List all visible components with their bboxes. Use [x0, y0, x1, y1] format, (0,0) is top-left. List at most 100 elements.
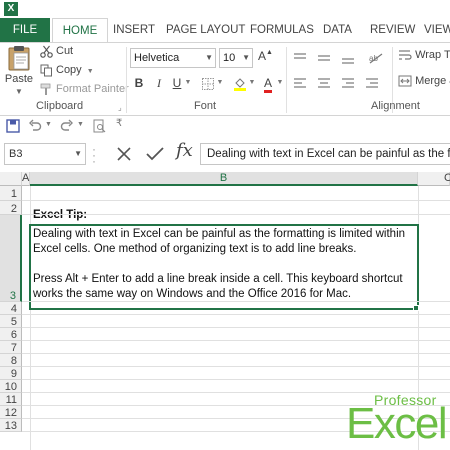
borders-icon	[202, 77, 214, 90]
column-header-c[interactable]: C	[418, 172, 450, 186]
row-gridline	[22, 214, 450, 215]
row-header[interactable]: 2	[0, 201, 22, 215]
row-header[interactable]: 12	[0, 406, 22, 419]
title-bar: X	[0, 0, 450, 18]
customize-toolbar-icon[interactable]: ₹	[116, 118, 122, 129]
copy-button[interactable]: Copy ▼	[40, 62, 94, 78]
alignment-bottom-buttons[interactable]	[290, 76, 390, 95]
dialog-launcher-icon[interactable]: ⌟	[118, 103, 122, 112]
selected-cell-b3[interactable]: Dealing with text in Excel can be painfu…	[29, 224, 419, 310]
insert-function-icon[interactable]: fx	[176, 140, 193, 161]
italic-button[interactable]: I	[152, 73, 166, 93]
checkmark-icon[interactable]	[145, 145, 165, 163]
row-gridline	[22, 314, 450, 315]
merge-center-button[interactable]: Merge &	[398, 75, 450, 87]
row-header[interactable]: 5	[0, 315, 22, 328]
chevron-down-icon[interactable]: ▼	[74, 144, 82, 164]
row-header[interactable]: 4	[0, 302, 22, 315]
borders-dropdown-icon[interactable]: ▼	[216, 73, 224, 93]
font-color-icon: A	[263, 76, 272, 93]
row-header[interactable]: 10	[0, 380, 22, 393]
row-header[interactable]: 6	[0, 328, 22, 341]
select-all-corner[interactable]	[0, 172, 22, 186]
paste-dropdown-icon[interactable]: ▼	[4, 87, 34, 96]
format-painter-button[interactable]: Format Painter	[40, 81, 129, 97]
chevron-down-icon[interactable]: ▼	[242, 49, 250, 67]
tab-insert[interactable]: INSERT	[113, 18, 155, 42]
row-gridline	[22, 200, 450, 201]
font-name-value: Helvetica	[134, 52, 180, 64]
row-header[interactable]: 11	[0, 393, 22, 406]
font-size-select[interactable]: 10 ▼	[219, 48, 253, 68]
font-name-select[interactable]: Helvetica ▼	[130, 48, 216, 68]
tab-formulas[interactable]: FORMULAS	[250, 18, 314, 42]
paste-button[interactable]: Paste ▼	[4, 45, 34, 97]
undo-icon[interactable]	[28, 119, 42, 133]
alignment-group-label: Alignment	[371, 100, 420, 112]
tab-file[interactable]: FILE	[0, 18, 50, 42]
row-header[interactable]: 13	[0, 419, 22, 432]
underline-button[interactable]: U	[170, 73, 184, 93]
ribbon-tabs: FILE HOME INSERT PAGE LAYOUT FORMULAS DA…	[0, 18, 450, 43]
tab-view[interactable]: VIEW	[424, 18, 450, 42]
row-header[interactable]: 9	[0, 367, 22, 380]
clipboard-group-label: Clipboard	[36, 100, 84, 112]
borders-button[interactable]	[200, 73, 216, 93]
tab-home[interactable]: HOME	[52, 18, 108, 43]
column-header-b[interactable]: B	[30, 172, 418, 186]
row-header[interactable]: 1	[0, 186, 22, 201]
row-gridline	[22, 379, 450, 380]
save-icon[interactable]	[6, 119, 20, 133]
redo-icon[interactable]	[60, 119, 74, 133]
professor-excel-logo: Excel Professor	[344, 390, 448, 448]
align-horizontal-icon	[294, 78, 378, 88]
scissors-icon	[40, 45, 53, 58]
svg-text:ab: ab	[369, 54, 378, 63]
logo-small-word: Professor	[374, 392, 437, 408]
excel-app-icon[interactable]: X	[4, 2, 18, 16]
paint-bucket-icon	[234, 78, 246, 91]
cell-b3-paragraph: Press Alt + Enter to add a line break in…	[33, 273, 403, 300]
formula-input[interactable]: Dealing with text in Excel can be painfu…	[200, 143, 450, 165]
print-preview-icon[interactable]	[92, 119, 106, 133]
fill-handle[interactable]	[413, 305, 419, 311]
tab-page-layout[interactable]: PAGE LAYOUT	[166, 18, 245, 42]
fill-color-button[interactable]	[232, 73, 248, 93]
cancel-icon[interactable]	[115, 145, 133, 163]
paste-label: Paste	[4, 73, 34, 85]
undo-dropdown-icon[interactable]: ▼	[45, 121, 52, 128]
merge-label: Merge &	[415, 75, 450, 87]
copy-dropdown-icon[interactable]: ▼	[85, 68, 94, 75]
copy-icon	[40, 64, 52, 77]
chevron-down-icon[interactable]: ▼	[205, 49, 213, 67]
tab-review[interactable]: REVIEW	[370, 18, 415, 42]
row-gridline	[22, 327, 450, 328]
cut-button[interactable]: Cut	[40, 43, 73, 59]
row-gridline	[22, 340, 450, 341]
name-box-value: B3	[9, 148, 23, 160]
format-painter-label: Format Painter	[56, 83, 129, 95]
row-gridline	[22, 353, 450, 354]
cut-label: Cut	[56, 45, 74, 57]
redo-dropdown-icon[interactable]: ▼	[77, 121, 84, 128]
group-divider	[126, 47, 127, 113]
column-header-a[interactable]: A	[22, 172, 30, 186]
row-header[interactable]: 7	[0, 341, 22, 354]
grow-font-button[interactable]: A▲	[258, 49, 273, 63]
align-top-icon: ab	[294, 53, 383, 64]
paintbrush-icon	[40, 83, 51, 95]
bold-button[interactable]: B	[132, 73, 146, 93]
fill-color-dropdown-icon[interactable]: ▼	[248, 73, 256, 93]
font-color-button[interactable]: A	[262, 73, 274, 93]
underline-dropdown-icon[interactable]: ▼	[184, 73, 192, 93]
tab-data[interactable]: DATA	[323, 18, 352, 42]
cell-b2[interactable]: Excel Tip:	[33, 209, 87, 221]
name-box[interactable]: B3 ▼	[4, 143, 86, 165]
row-gridline	[22, 301, 450, 302]
merge-icon	[398, 75, 412, 87]
wrap-text-button[interactable]: Wrap Te	[398, 49, 450, 61]
alignment-top-buttons[interactable]: ab	[290, 51, 390, 70]
font-color-dropdown-icon[interactable]: ▼	[276, 73, 284, 93]
row-header[interactable]: 8	[0, 354, 22, 367]
row-header[interactable]: 3	[0, 215, 22, 302]
